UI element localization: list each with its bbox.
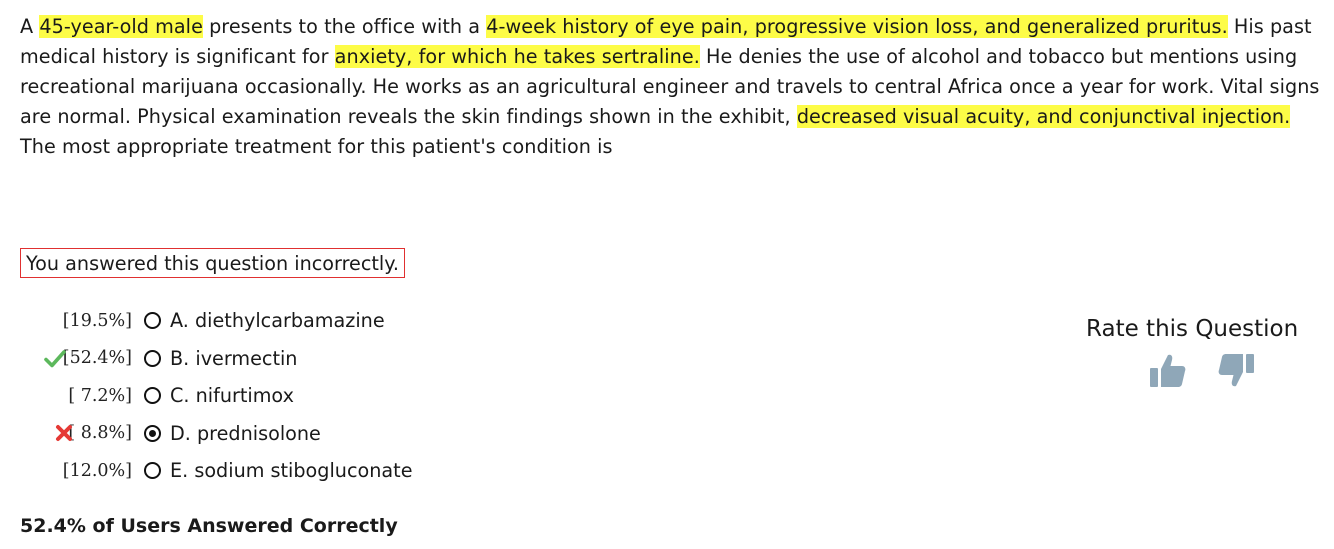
correct-check-icon <box>44 349 66 367</box>
highlighted-text: 45-year-old male <box>39 15 203 38</box>
answer-choice-d[interactable]: [ 8.8%] D. prednisolone <box>0 415 413 453</box>
choice-label: C. nifurtimox <box>170 384 294 408</box>
choice-label: A. diethylcarbamazine <box>170 309 385 333</box>
answer-choices: [19.5%] A. diethylcarbamazine [52.4%] B.… <box>0 302 413 490</box>
choice-label: D. prednisolone <box>170 421 321 445</box>
radio-button[interactable] <box>144 349 161 367</box>
choice-percentage: [19.5%] <box>62 310 132 331</box>
radio-button-selected[interactable] <box>144 424 161 442</box>
incorrect-x-icon <box>56 424 72 441</box>
choice-label: E. sodium stibogluconate <box>170 459 413 483</box>
rate-question-title: Rate this Question <box>1086 316 1299 342</box>
radio-button[interactable] <box>144 387 161 405</box>
highlighted-text: 4-week history of eye pain, progressive … <box>486 15 1228 38</box>
highlighted-text: decreased visual acuity, and conjunctiva… <box>796 105 1291 128</box>
choice-percentage: [12.0%] <box>62 460 132 481</box>
percent-correct-summary: 52.4% of Users Answered Correctly <box>20 515 398 537</box>
choice-label: B. ivermectin <box>170 346 298 370</box>
thumbs-up-icon[interactable] <box>1148 351 1188 391</box>
stem-segment: presents to the office with a <box>202 15 487 38</box>
thumbs-down-icon[interactable] <box>1216 351 1256 391</box>
stem-segment: The most appropriate treatment for this … <box>20 135 613 158</box>
choice-percentage: [ 7.2%] <box>68 385 132 406</box>
highlighted-text: anxiety, for which he takes sertraline. <box>334 45 700 68</box>
choice-percentage: [52.4%] <box>62 348 132 369</box>
rate-question-panel: Rate this Question <box>1086 313 1318 387</box>
answer-choice-e[interactable]: [12.0%] E. sodium stibogluconate <box>0 452 413 490</box>
question-stem: A 45-year-old male presents to the offic… <box>20 12 1320 162</box>
stem-segment: A <box>20 15 40 38</box>
radio-button[interactable] <box>144 312 161 330</box>
answer-choice-a[interactable]: [19.5%] A. diethylcarbamazine <box>0 302 413 340</box>
incorrect-answer-banner: You answered this question incorrectly. <box>20 248 405 278</box>
radio-button[interactable] <box>144 462 161 480</box>
answer-choice-b[interactable]: [52.4%] B. ivermectin <box>0 340 413 378</box>
answer-choice-c[interactable]: [ 7.2%] C. nifurtimox <box>0 377 413 415</box>
